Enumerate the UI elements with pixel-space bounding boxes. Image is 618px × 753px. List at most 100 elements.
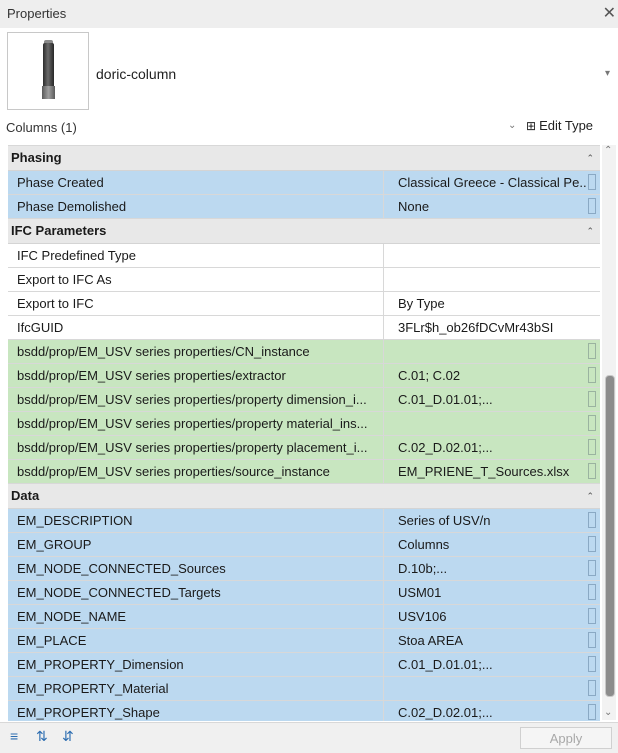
property-value[interactable]: USV106 <box>395 605 587 628</box>
edit-type-icon: ⊞ <box>526 119 537 133</box>
property-row[interactable]: EM_NODE_CONNECTED_Targets USM01 <box>8 581 600 605</box>
property-value[interactable] <box>395 340 587 363</box>
property-value[interactable]: EM_PRIENE_T_Sources.xlsx <box>395 460 587 483</box>
associate-parameter-button[interactable] <box>588 174 596 190</box>
associate-parameter-button[interactable] <box>588 198 596 214</box>
property-value[interactable]: C.02_D.02.01;... <box>395 436 587 459</box>
property-value[interactable]: Classical Greece - Classical Pe... <box>395 171 587 194</box>
property-value[interactable] <box>395 268 587 291</box>
property-name: IfcGUID <box>8 316 384 339</box>
collapse-icon[interactable]: ⌃ <box>586 219 594 243</box>
associate-parameter-button[interactable] <box>588 463 596 479</box>
property-value[interactable]: Series of USV/n <box>395 509 587 532</box>
window-title: Properties <box>7 6 67 21</box>
property-row[interactable]: EM_PLACE Stoa AREA <box>8 629 600 653</box>
property-name: bsdd/prop/EM_USV series properties/sourc… <box>8 460 384 483</box>
property-name: EM_NODE_NAME <box>8 605 384 628</box>
property-row[interactable]: IfcGUID 3FLr$h_ob26fDCvMr43bSI <box>8 316 600 340</box>
associate-parameter-button[interactable] <box>588 584 596 600</box>
property-name: IFC Predefined Type <box>8 244 384 267</box>
property-name: bsdd/prop/EM_USV series properties/prope… <box>8 436 384 459</box>
property-row[interactable]: EM_DESCRIPTION Series of USV/n <box>8 509 600 533</box>
property-name: EM_PROPERTY_Material <box>8 677 384 700</box>
associate-parameter-button[interactable] <box>588 560 596 576</box>
property-row[interactable]: EM_GROUP Columns <box>8 533 600 557</box>
property-name: Export to IFC As <box>8 268 384 291</box>
edit-type-button[interactable]: ⊞ Edit Type <box>526 118 593 133</box>
property-value[interactable] <box>395 412 587 435</box>
edit-type-label: Edit Type <box>539 118 594 133</box>
associate-parameter-button[interactable] <box>588 608 596 624</box>
group-header[interactable]: Data ⌃ <box>8 484 600 509</box>
associate-parameter-button[interactable] <box>588 439 596 455</box>
type-selector[interactable]: doric-column ▾ <box>0 28 618 112</box>
property-value[interactable]: None <box>395 195 587 218</box>
property-row[interactable]: Phase Created Classical Greece - Classica… <box>8 171 600 195</box>
associate-parameter-button[interactable] <box>588 415 596 431</box>
scroll-up-icon[interactable]: ⌃ <box>604 145 612 156</box>
chevron-down-icon[interactable]: ▾ <box>605 68 610 79</box>
footer-bar: ≡ ⇅ ⇵ Apply <box>0 722 618 753</box>
property-row[interactable]: bsdd/prop/EM_USV series properties/prope… <box>8 412 600 436</box>
scrollbar-thumb[interactable] <box>605 375 615 697</box>
property-row[interactable]: EM_PROPERTY_Shape C.02_D.02.01;... <box>8 701 600 721</box>
collapse-icon[interactable]: ⌃ <box>586 484 594 508</box>
property-row[interactable]: EM_PROPERTY_Dimension C.01_D.01.01;... <box>8 653 600 677</box>
categorize-icon[interactable]: ≡ <box>10 728 18 744</box>
property-value[interactable]: Columns <box>395 533 587 556</box>
associate-parameter-button[interactable] <box>588 536 596 552</box>
property-name: EM_NODE_CONNECTED_Targets <box>8 581 384 604</box>
property-value[interactable] <box>395 677 587 700</box>
associate-parameter-button[interactable] <box>588 632 596 648</box>
property-value[interactable]: C.01_D.01.01;... <box>395 388 587 411</box>
property-value[interactable]: D.10b;... <box>395 557 587 580</box>
property-name: bsdd/prop/EM_USV series properties/CN_in… <box>8 340 384 363</box>
property-row[interactable]: bsdd/prop/EM_USV series properties/extra… <box>8 364 600 388</box>
associate-parameter-button[interactable] <box>588 680 596 696</box>
associate-parameter-button[interactable] <box>588 367 596 383</box>
sort-descending-icon[interactable]: ⇵ <box>62 728 74 745</box>
property-value[interactable]: By Type <box>395 292 587 315</box>
property-row[interactable]: Export to IFC By Type <box>8 292 600 316</box>
property-row[interactable]: bsdd/prop/EM_USV series properties/prope… <box>8 388 600 412</box>
group-title: IFC Parameters <box>11 223 107 238</box>
property-name: EM_NODE_CONNECTED_Sources <box>8 557 384 580</box>
group-header[interactable]: IFC Parameters ⌃ <box>8 219 600 244</box>
property-row[interactable]: bsdd/prop/EM_USV series properties/CN_in… <box>8 340 600 364</box>
type-name: doric-column <box>96 66 177 82</box>
property-row[interactable]: IFC Predefined Type <box>8 244 600 268</box>
associate-parameter-button[interactable] <box>588 391 596 407</box>
associate-parameter-button[interactable] <box>588 512 596 528</box>
property-value[interactable]: Stoa AREA <box>395 629 587 652</box>
property-value[interactable]: C.01; C.02 <box>395 364 587 387</box>
property-row[interactable]: Export to IFC As <box>8 268 600 292</box>
property-row[interactable]: bsdd/prop/EM_USV series properties/prope… <box>8 436 600 460</box>
associate-parameter-button[interactable] <box>588 343 596 359</box>
sort-ascending-icon[interactable]: ⇅ <box>36 728 48 745</box>
apply-button[interactable]: Apply <box>520 727 612 749</box>
property-row[interactable]: EM_PROPERTY_Material <box>8 677 600 701</box>
close-icon[interactable]: ✕ <box>603 3 616 23</box>
title-bar: Properties ✕ <box>0 0 618 29</box>
scroll-down-icon[interactable]: ⌄ <box>604 707 612 718</box>
property-name: bsdd/prop/EM_USV series properties/prope… <box>8 412 384 435</box>
collapse-icon[interactable]: ⌃ <box>586 146 594 170</box>
property-row[interactable]: EM_NODE_NAME USV106 <box>8 605 600 629</box>
property-row[interactable]: Phase Demolished None <box>8 195 600 219</box>
group-header[interactable]: Phasing ⌃ <box>8 146 600 171</box>
doric-column-thumbnail <box>7 32 89 110</box>
property-row[interactable]: EM_NODE_CONNECTED_Sources D.10b;... <box>8 557 600 581</box>
property-name: EM_PROPERTY_Shape <box>8 701 384 721</box>
property-value[interactable] <box>395 244 587 267</box>
associate-parameter-button[interactable] <box>588 704 596 720</box>
vertical-scrollbar[interactable]: ⌃ ⌄ <box>602 145 616 720</box>
property-name: bsdd/prop/EM_USV series properties/extra… <box>8 364 384 387</box>
property-value[interactable]: C.02_D.02.01;... <box>395 701 587 721</box>
associate-parameter-button[interactable] <box>588 656 596 672</box>
property-value[interactable]: C.01_D.01.01;... <box>395 653 587 676</box>
property-row[interactable]: bsdd/prop/EM_USV series properties/sourc… <box>8 460 600 484</box>
property-value[interactable]: 3FLr$h_ob26fDCvMr43bSI <box>395 316 587 339</box>
property-name: Phase Demolished <box>8 195 384 218</box>
filter-dropdown-icon[interactable]: ⌄ <box>508 120 516 131</box>
property-value[interactable]: USM01 <box>395 581 587 604</box>
